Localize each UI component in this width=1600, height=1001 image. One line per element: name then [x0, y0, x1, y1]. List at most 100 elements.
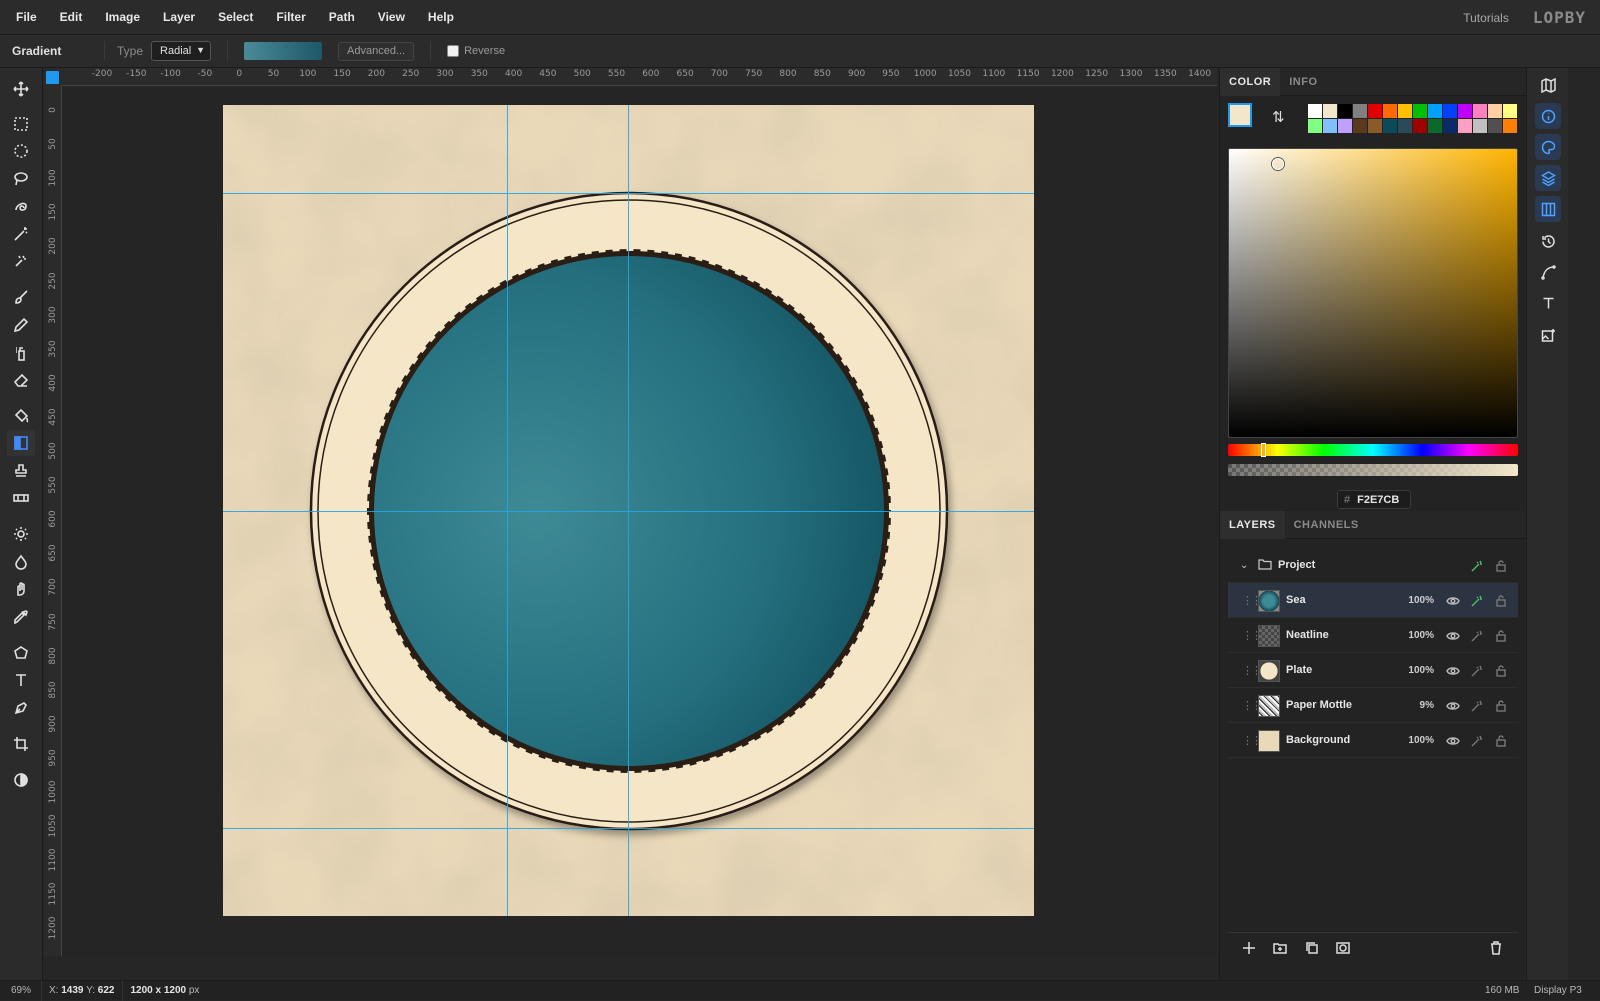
color-swatch[interactable] [1428, 104, 1442, 118]
color-swatch[interactable] [1353, 119, 1367, 133]
layer-name[interactable]: Plate [1286, 664, 1312, 676]
pen-tool[interactable] [7, 695, 35, 721]
color-swatch[interactable] [1473, 104, 1487, 118]
vertical-ruler[interactable]: 0 50 100 150 200 250 300 350 400 450 500 550 600 650 7… [44, 86, 62, 956]
trash-icon[interactable] [1489, 941, 1503, 955]
layer-name[interactable]: Neatline [1286, 629, 1329, 641]
eyedropper-tool[interactable] [7, 604, 35, 630]
lock-icon[interactable] [1494, 734, 1508, 748]
layer-opacity[interactable]: 100% [1408, 735, 1434, 746]
menu-image[interactable]: Image [105, 10, 140, 24]
layer-row[interactable]: ⋮⋮ Paper Mottle 9% [1228, 688, 1518, 723]
hue-slider[interactable] [1228, 443, 1518, 457]
history-icon[interactable] [1535, 228, 1561, 254]
hex-color-input[interactable]: # F2E7CB [1337, 490, 1411, 509]
color-swatch[interactable] [1503, 119, 1517, 133]
color-swatch[interactable] [1458, 119, 1472, 133]
layer-row[interactable]: ⋮⋮ Plate 100% [1228, 653, 1518, 688]
color-swatch[interactable] [1398, 104, 1412, 118]
effects-icon[interactable] [1470, 594, 1484, 608]
effects-icon[interactable] [1470, 734, 1484, 748]
add-layer-icon[interactable] [1242, 941, 1256, 955]
object-select-tool[interactable] [7, 193, 35, 219]
layer-name[interactable]: Sea [1286, 594, 1306, 606]
info-icon[interactable] [1535, 103, 1561, 129]
color-swatch[interactable] [1413, 104, 1427, 118]
shape-tool[interactable] [7, 640, 35, 666]
color-swatch[interactable] [1398, 119, 1412, 133]
layers-icon[interactable] [1535, 165, 1561, 191]
quick-select-tool[interactable] [7, 248, 35, 274]
lasso-tool[interactable] [7, 166, 35, 192]
new-group-icon[interactable] [1273, 941, 1287, 955]
burn-tool[interactable] [7, 549, 35, 575]
zoom-level[interactable]: 69% [11, 985, 41, 996]
alpha-slider[interactable] [1228, 464, 1518, 476]
hue-slider-handle[interactable] [1261, 443, 1266, 457]
effects-icon[interactable] [1470, 699, 1484, 713]
color-swatch[interactable] [1368, 119, 1382, 133]
color-swatch[interactable] [1413, 119, 1427, 133]
spray-tool[interactable] [7, 340, 35, 366]
menu-path[interactable]: Path [329, 10, 355, 24]
effects-icon[interactable] [1470, 559, 1484, 573]
layer-opacity[interactable]: 100% [1408, 630, 1434, 641]
layer-opacity[interactable]: 100% [1408, 595, 1434, 606]
dodge-tool[interactable] [7, 521, 35, 547]
color-swatch[interactable] [1308, 104, 1322, 118]
color-swatch[interactable] [1428, 119, 1442, 133]
color-swatch[interactable] [1338, 104, 1352, 118]
color-swatch[interactable] [1323, 119, 1337, 133]
eraser-tool[interactable] [7, 367, 35, 393]
lock-icon[interactable] [1494, 559, 1508, 573]
color-swatch[interactable] [1308, 119, 1322, 133]
effects-icon[interactable] [1470, 629, 1484, 643]
lock-icon[interactable] [1494, 629, 1508, 643]
menu-layer[interactable]: Layer [163, 10, 195, 24]
menu-help[interactable]: Help [428, 10, 454, 24]
lock-icon[interactable] [1494, 699, 1508, 713]
guide-vertical[interactable] [628, 105, 629, 916]
tutorials-link[interactable]: Tutorials [1463, 11, 1509, 25]
rect-select-tool[interactable] [7, 111, 35, 137]
layer-row[interactable]: ⋮⋮ Sea 100% [1228, 583, 1518, 618]
layer-name[interactable]: Background [1286, 734, 1350, 746]
palette-icon[interactable] [1535, 134, 1561, 160]
pencil-tool[interactable] [7, 312, 35, 338]
color-swatch[interactable] [1368, 104, 1382, 118]
contrast-toggle[interactable] [7, 767, 35, 793]
color-swatch[interactable] [1488, 119, 1502, 133]
color-swatch[interactable] [1458, 104, 1472, 118]
tab-channels[interactable]: CHANNELS [1285, 511, 1368, 539]
advanced-button[interactable]: Advanced... [338, 41, 415, 61]
channels-icon[interactable] [1535, 196, 1561, 222]
clone-stamp-tool[interactable] [7, 458, 35, 484]
eye-icon[interactable] [1446, 594, 1460, 608]
menu-edit[interactable]: Edit [60, 10, 83, 24]
color-swatch[interactable] [1503, 104, 1517, 118]
tab-info[interactable]: INFO [1280, 68, 1326, 96]
layer-opacity[interactable]: 9% [1420, 700, 1434, 711]
layer-name[interactable]: Paper Mottle [1286, 699, 1352, 711]
color-swatch[interactable] [1383, 119, 1397, 133]
menu-filter[interactable]: Filter [276, 10, 305, 24]
brush-tool[interactable] [7, 284, 35, 310]
effects-icon[interactable] [1470, 664, 1484, 678]
healing-tool[interactable] [7, 485, 35, 511]
type-icon[interactable] [1535, 290, 1561, 316]
color-swatch[interactable] [1488, 104, 1502, 118]
mask-icon[interactable] [1336, 941, 1350, 955]
color-picker-square[interactable] [1228, 148, 1518, 438]
reverse-checkbox[interactable] [447, 45, 460, 57]
menu-file[interactable]: File [16, 10, 37, 24]
tab-layers[interactable]: LAYERS [1220, 510, 1285, 539]
image-add-icon[interactable] [1535, 322, 1561, 348]
crop-tool[interactable] [7, 731, 35, 757]
move-tool[interactable] [7, 76, 35, 102]
duplicate-layer-icon[interactable] [1305, 941, 1319, 955]
tab-color[interactable]: COLOR [1220, 67, 1281, 96]
color-swatch[interactable] [1443, 119, 1457, 133]
ruler-color-swatch[interactable] [46, 71, 59, 84]
color-swatch[interactable] [1473, 119, 1487, 133]
ellipse-select-tool[interactable] [7, 138, 35, 164]
